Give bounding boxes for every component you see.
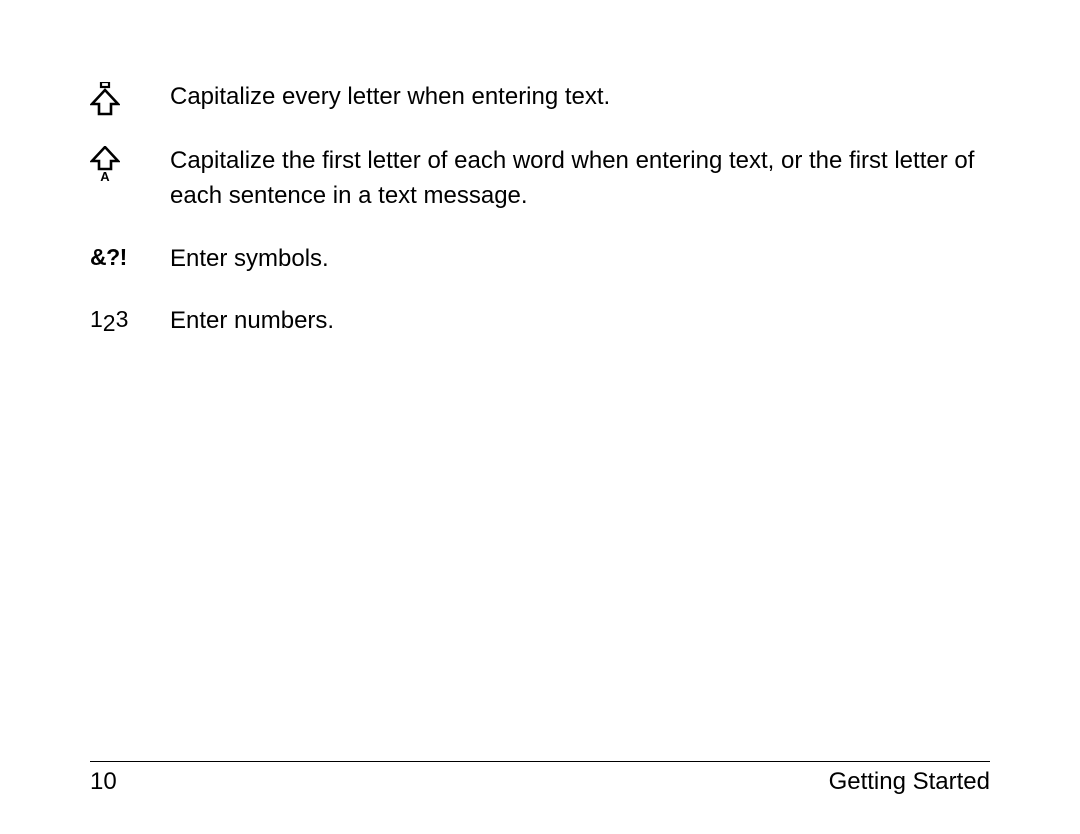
legend-row-numbers: 123 Enter numbers.	[90, 304, 990, 339]
numbers-description: Enter numbers.	[170, 304, 990, 339]
footer-line: 10 Getting Started	[90, 768, 990, 796]
legend-row-shift: A Capitalize the first letter of each wo…	[90, 144, 990, 214]
page-number: 10	[90, 768, 117, 796]
shift-description: Capitalize the first letter of each word…	[170, 144, 990, 214]
symbols-icon: &?!	[90, 242, 170, 271]
caps-lock-description: Capitalize every letter when entering te…	[170, 80, 990, 115]
legend-row-caps-lock: Capitalize every letter when entering te…	[90, 80, 990, 116]
symbols-description: Enter symbols.	[170, 242, 990, 277]
caps-lock-icon	[90, 80, 170, 116]
section-title: Getting Started	[829, 768, 990, 796]
document-page: Capitalize every letter when entering te…	[0, 0, 1080, 834]
svg-text:A: A	[100, 169, 110, 182]
footer-rule	[90, 761, 990, 762]
shift-icon: A	[90, 144, 170, 182]
symbols-icon-label: &?!	[90, 244, 127, 271]
page-footer: 10 Getting Started	[90, 761, 990, 796]
legend-row-symbols: &?! Enter symbols.	[90, 242, 990, 277]
numbers-icon: 123	[90, 304, 170, 333]
numbers-icon-label: 123	[90, 306, 128, 333]
